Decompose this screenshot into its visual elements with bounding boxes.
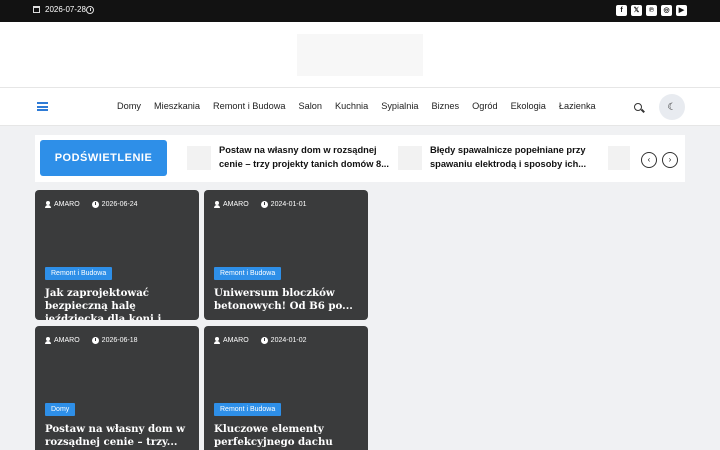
nav-menu: Domy Mieszkania Remont i Budowa Salon Ku…	[117, 101, 609, 111]
nav-item-sypialnia[interactable]: Sypialnia	[381, 101, 418, 111]
search-icon[interactable]	[634, 103, 642, 111]
site-header	[0, 22, 720, 88]
prev-arrow-icon[interactable]: ‹	[641, 152, 657, 168]
post-card[interactable]: AMARO 2026-06-18 Domy Postaw na własny d…	[35, 326, 199, 450]
post-title[interactable]: Postaw na własny dom w rozsądnej cenie –…	[45, 423, 195, 449]
user-icon	[45, 337, 51, 344]
category-badge[interactable]: Remont i Budowa	[214, 403, 282, 416]
nav-item-lazienka[interactable]: Łazienka	[559, 101, 596, 111]
category-badge[interactable]: Remont i Budowa	[214, 267, 282, 280]
post-title[interactable]: Jak zaprojektować bezpieczną halę jeździ…	[45, 287, 195, 320]
nav-item-ekologia[interactable]: Ekologia	[511, 101, 546, 111]
pinterest-icon[interactable]: ℗	[646, 5, 657, 16]
dark-mode-toggle[interactable]: ☾	[659, 94, 685, 120]
user-icon	[214, 201, 220, 208]
post-date: 2026-06-18	[101, 337, 138, 344]
highlight-label: PODŚWIETLENIE	[40, 140, 167, 176]
category-badge[interactable]: Domy	[45, 403, 76, 416]
post-title[interactable]: Kluczowe elementy perfekcyjnego dachu	[214, 423, 364, 449]
post-author[interactable]: AMARO	[223, 201, 249, 208]
youtube-icon[interactable]: ▶	[676, 5, 687, 16]
clock-icon	[260, 201, 268, 208]
main-navigation: Domy Mieszkania Remont i Budowa Salon Ku…	[0, 88, 720, 126]
hamburger-menu-icon[interactable]	[37, 102, 48, 111]
post-title[interactable]: Uniwersum bloczków betonowych! Od B6 po.…	[214, 287, 364, 313]
post-meta: AMARO 2024-01-02	[214, 337, 306, 344]
nav-item-ogrod[interactable]: Ogród	[472, 101, 498, 111]
x-icon[interactable]: 𝕏	[631, 5, 642, 16]
site-logo[interactable]	[297, 34, 423, 76]
post-date: 2024-01-02	[270, 337, 307, 344]
ticker-title[interactable]: Błędy spawalnicze popełniane przy spawan…	[430, 143, 605, 171]
post-author[interactable]: AMARO	[223, 337, 249, 344]
nav-item-biznes[interactable]: Biznes	[432, 101, 460, 111]
date-display: 2026-07-28	[33, 5, 86, 14]
post-meta: AMARO 2026-06-18	[45, 337, 137, 344]
instagram-icon[interactable]: ◎	[661, 5, 672, 16]
post-meta: AMARO 2024-01-01	[214, 201, 306, 208]
category-badge[interactable]: Remont i Budowa	[45, 267, 113, 280]
moon-icon: ☾	[667, 101, 677, 113]
clock-icon	[86, 6, 94, 14]
post-card[interactable]: AMARO 2024-01-02 Remont i Budowa Kluczow…	[204, 326, 368, 450]
clock-icon	[91, 201, 99, 208]
post-date: 2024-01-01	[270, 201, 307, 208]
post-card[interactable]: AMARO 2026-06-24 Remont i Budowa Jak zap…	[35, 190, 199, 320]
nav-item-kuchnia[interactable]: Kuchnia	[335, 101, 368, 111]
next-arrow-icon[interactable]: ›	[662, 152, 678, 168]
post-card[interactable]: AMARO 2024-01-01 Remont i Budowa Uniwers…	[204, 190, 368, 320]
ticker-thumbnail	[608, 146, 630, 170]
post-meta: AMARO 2026-06-24	[45, 201, 137, 208]
post-date: 2026-06-24	[101, 201, 138, 208]
highlight-ticker: PODŚWIETLENIE Postaw na własny dom w roz…	[35, 135, 685, 182]
facebook-icon[interactable]: f	[616, 5, 627, 16]
social-links: f 𝕏 ℗ ◎ ▶	[616, 5, 687, 16]
user-icon	[45, 201, 51, 208]
user-icon	[214, 337, 220, 344]
nav-item-mieszkania[interactable]: Mieszkania	[154, 101, 200, 111]
ticker-thumbnail	[187, 146, 211, 170]
current-date: 2026-07-28	[45, 5, 86, 14]
top-bar: 2026-07-28 f 𝕏 ℗ ◎ ▶	[0, 0, 720, 22]
ticker-item[interactable]: Błędy spawalnicze popełniane przy spawan…	[398, 143, 605, 171]
nav-item-salon[interactable]: Salon	[299, 101, 323, 111]
nav-item-remont-i-budowa[interactable]: Remont i Budowa	[213, 101, 286, 111]
post-author[interactable]: AMARO	[54, 201, 80, 208]
ticker-title[interactable]: Postaw na własny dom w rozsądnej cenie –…	[219, 143, 394, 171]
post-author[interactable]: AMARO	[54, 337, 80, 344]
clock-icon	[260, 337, 268, 344]
calendar-icon	[33, 6, 40, 13]
nav-item-domy[interactable]: Domy	[117, 101, 141, 111]
ticker-item[interactable]: Postaw na własny dom w rozsądnej cenie –…	[187, 143, 394, 171]
ticker-thumbnail	[398, 146, 422, 170]
clock-icon	[91, 337, 99, 344]
